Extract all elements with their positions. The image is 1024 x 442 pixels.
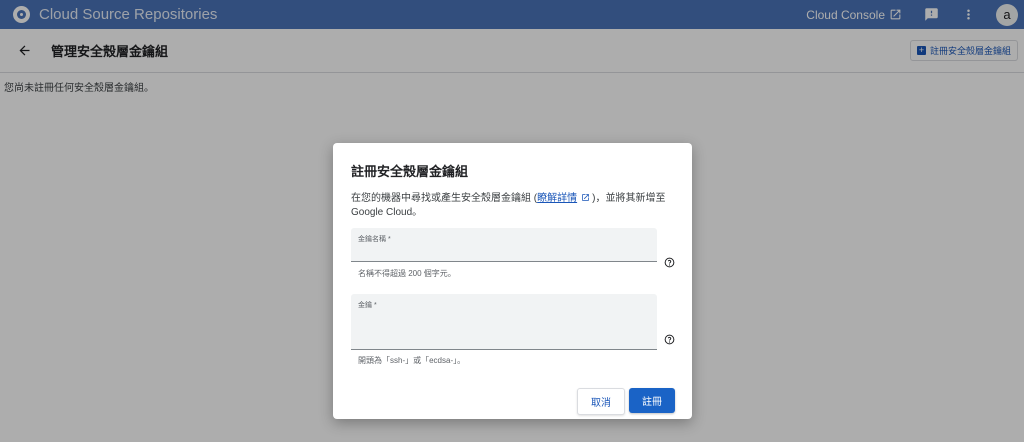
- key-name-input[interactable]: [358, 244, 648, 255]
- help-icon[interactable]: [664, 332, 675, 350]
- open-in-new-icon: [582, 194, 589, 201]
- key-name-label: 金鑰名稱 *: [358, 236, 391, 243]
- key-hint: 開頭為「ssh-」或「ecdsa-」。: [358, 356, 466, 365]
- learn-more-link[interactable]: 瞭解詳情: [537, 193, 577, 204]
- dialog-description: 在您的機器中尋找或產生安全殼層金鑰組 (瞭解詳情)，並將其新增至 Google …: [351, 192, 681, 220]
- key-name-field[interactable]: 金鑰名稱 *: [351, 228, 657, 262]
- key-field[interactable]: 金鑰 *: [351, 294, 657, 350]
- key-label: 金鑰 *: [358, 302, 377, 309]
- key-input[interactable]: [358, 312, 648, 342]
- cancel-button[interactable]: 取消: [577, 388, 625, 415]
- dialog-title: 註冊安全殼層金鑰組: [351, 164, 469, 179]
- register-button[interactable]: 註冊: [629, 388, 675, 413]
- help-icon[interactable]: [664, 255, 675, 273]
- key-name-hint: 名稱不得超過 200 個字元。: [358, 269, 456, 278]
- description-text: 在您的機器中尋找或產生安全殼層金鑰組 (: [351, 193, 538, 204]
- register-key-dialog: 註冊安全殼層金鑰組 在您的機器中尋找或產生安全殼層金鑰組 (瞭解詳情)，並將其新…: [333, 143, 692, 419]
